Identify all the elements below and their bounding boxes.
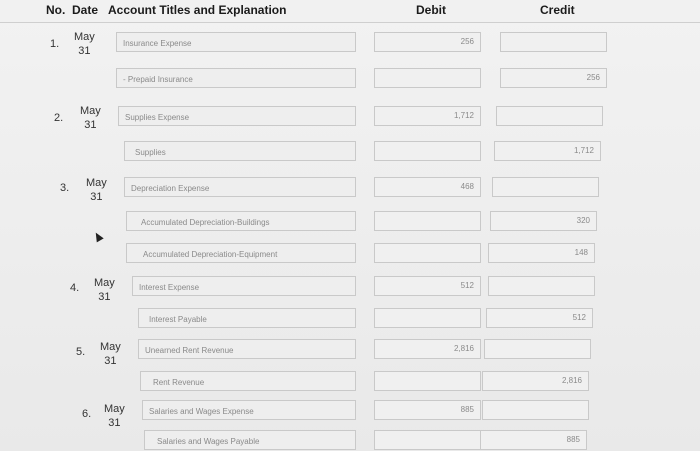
credit-account-field[interactable]: Rent Revenue	[140, 371, 356, 391]
entry-day: 31	[104, 355, 117, 367]
entry-date: May 31	[94, 276, 115, 304]
credit-amount-field[interactable]: 2,816	[482, 371, 589, 391]
entry-day: 31	[90, 191, 103, 203]
debit-amount-field[interactable]: 1,712	[374, 106, 481, 126]
entry-number: 6.	[82, 408, 92, 420]
credit-amount-field[interactable]: 256	[500, 68, 607, 88]
credit-amount-field[interactable]	[484, 339, 591, 359]
entry-date: May 31	[74, 30, 95, 58]
debit-amount-field[interactable]	[374, 430, 481, 450]
debit-amount-field[interactable]	[374, 371, 481, 391]
col-account-header: Account Titles and Explanation	[108, 3, 287, 17]
credit-account-field[interactable]: Supplies	[124, 141, 356, 161]
table-header: No. Date Account Titles and Explanation …	[0, 0, 700, 23]
credit-amount-field[interactable]	[482, 400, 589, 420]
entry-number: 5.	[76, 346, 86, 358]
debit-amount-field[interactable]	[374, 141, 481, 161]
debit-amount-field[interactable]: 256	[374, 32, 481, 52]
entry-number: 3.	[60, 182, 70, 194]
entry-number: 2.	[54, 112, 64, 124]
debit-account-field[interactable]: Interest Expense	[132, 276, 356, 296]
credit-account-label: Prepaid Insurance	[127, 75, 193, 84]
credit-account-field[interactable]: Salaries and Wages Payable	[144, 430, 356, 450]
col-no-header: No.	[46, 3, 66, 17]
credit-account-field[interactable]: - Prepaid Insurance	[116, 68, 356, 88]
debit-amount-field[interactable]: 468	[374, 177, 481, 197]
entry-month: May	[100, 341, 121, 353]
debit-account-field[interactable]: Unearned Rent Revenue	[138, 339, 356, 359]
entry-date: May 31	[100, 340, 121, 368]
credit-amount-field[interactable]: 1,712	[494, 141, 601, 161]
debit-amount-field[interactable]: 512	[374, 276, 481, 296]
credit-amount-field[interactable]	[492, 177, 599, 197]
entry-day: 31	[78, 45, 91, 57]
credit-amount-field[interactable]	[488, 276, 595, 296]
credit-amount-field[interactable]: 148	[488, 243, 595, 263]
debit-amount-field[interactable]	[374, 68, 481, 88]
entry-date: May 31	[104, 402, 125, 430]
debit-amount-field[interactable]	[374, 308, 481, 328]
credit-account-field[interactable]: Interest Payable	[138, 308, 356, 328]
entry-day: 31	[84, 119, 97, 131]
entry-number: 1.	[50, 38, 60, 50]
credit-amount-field[interactable]: 320	[490, 211, 597, 231]
credit-amount-field[interactable]	[500, 32, 607, 52]
entry-date: May 31	[86, 176, 107, 204]
mouse-cursor-icon	[92, 230, 104, 243]
entry-month: May	[74, 31, 95, 43]
entry-number: 4.	[70, 282, 80, 294]
credit-amount-field[interactable]: 885	[480, 430, 587, 450]
credit-amount-field[interactable]: 512	[486, 308, 593, 328]
entry-month: May	[80, 105, 101, 117]
credit-account-field[interactable]: Accumulated Depreciation-Equipment	[126, 243, 356, 263]
debit-account-field[interactable]: Supplies Expense	[118, 106, 356, 126]
debit-amount-field[interactable]	[374, 211, 481, 231]
debit-amount-field[interactable]	[374, 243, 481, 263]
col-date-header: Date	[72, 3, 99, 17]
col-credit-header: Credit	[540, 3, 575, 17]
entry-day: 31	[108, 417, 121, 429]
col-debit-header: Debit	[416, 3, 446, 17]
debit-account-field[interactable]: Depreciation Expense	[124, 177, 356, 197]
debit-account-field[interactable]: Insurance Expense	[116, 32, 356, 52]
credit-account-field[interactable]: Accumulated Depreciation-Buildings	[126, 211, 356, 231]
entry-month: May	[104, 403, 125, 415]
debit-amount-field[interactable]: 885	[374, 400, 481, 420]
entry-day: 31	[98, 291, 111, 303]
debit-amount-field[interactable]: 2,816	[374, 339, 481, 359]
debit-account-field[interactable]: Salaries and Wages Expense	[142, 400, 356, 420]
credit-amount-field[interactable]	[496, 106, 603, 126]
entry-month: May	[94, 277, 115, 289]
entry-date: May 31	[80, 104, 101, 132]
entry-month: May	[86, 177, 107, 189]
